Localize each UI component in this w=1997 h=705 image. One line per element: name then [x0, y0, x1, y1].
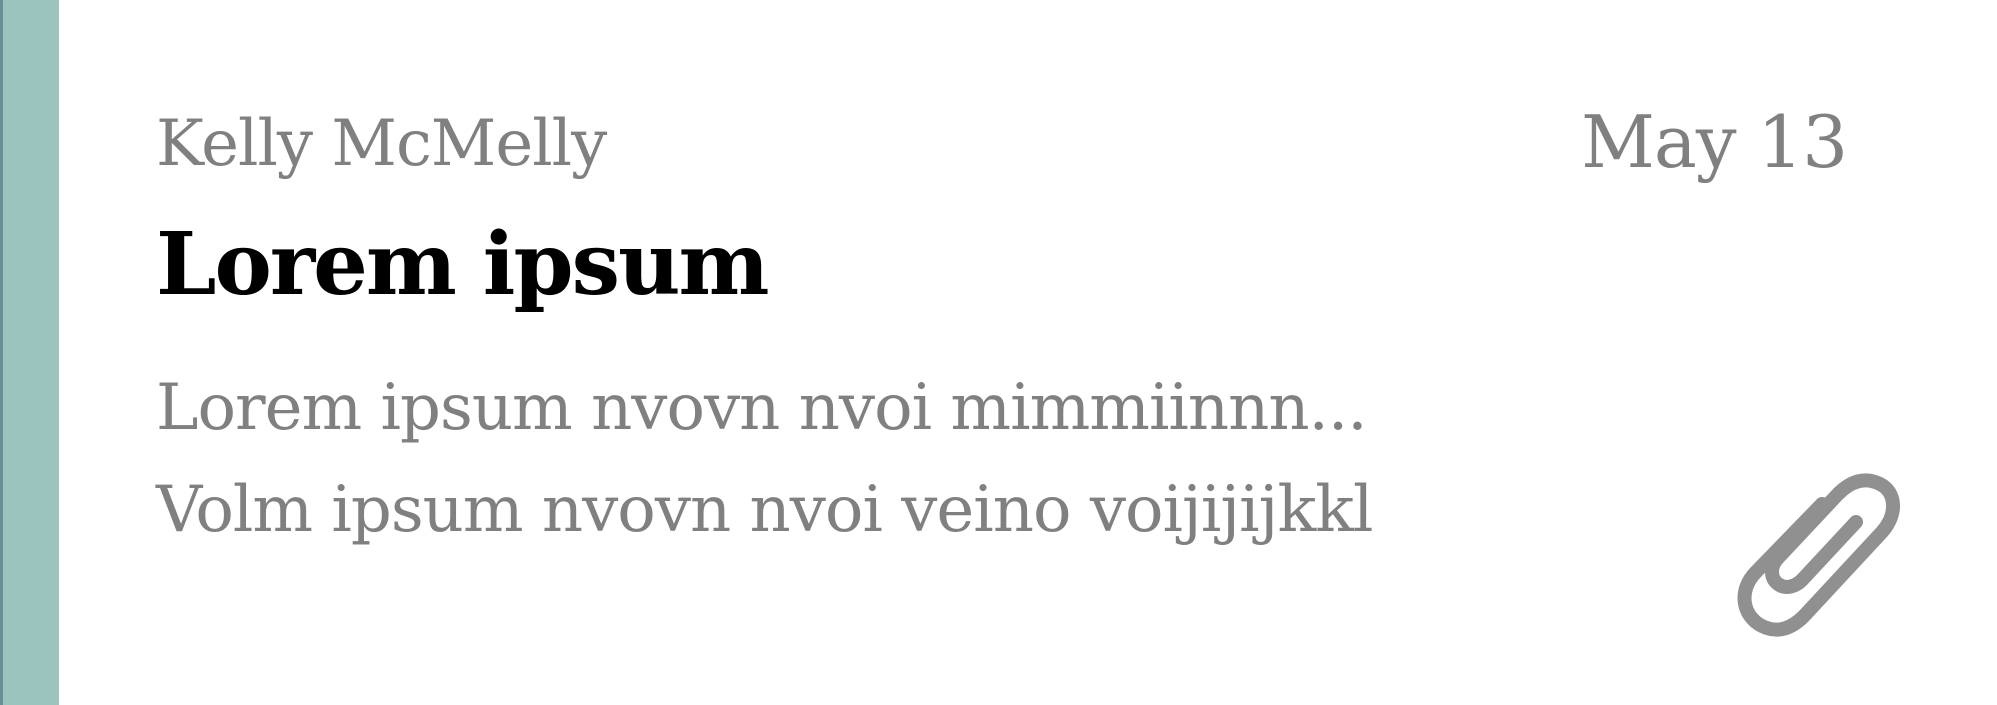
message-preview-line: Lorem ipsum nvovn nvoi mimmiinnn... [156, 371, 1368, 445]
accent-bar-edge [0, 0, 3, 705]
message-preview-line: Volm ipsum nvovn nvoi veino voijijijkkl [156, 473, 1373, 547]
message-subject: Lorem ipsum [156, 214, 770, 315]
email-list-item[interactable]: Kelly McMelly May 13 Lorem ipsum Lorem i… [0, 0, 1997, 705]
paperclip-icon[interactable] [1730, 468, 1910, 638]
message-date: May 13 [1581, 100, 1848, 184]
unread-indicator-bar [0, 0, 59, 705]
sender-name: Kelly McMelly [156, 107, 607, 181]
